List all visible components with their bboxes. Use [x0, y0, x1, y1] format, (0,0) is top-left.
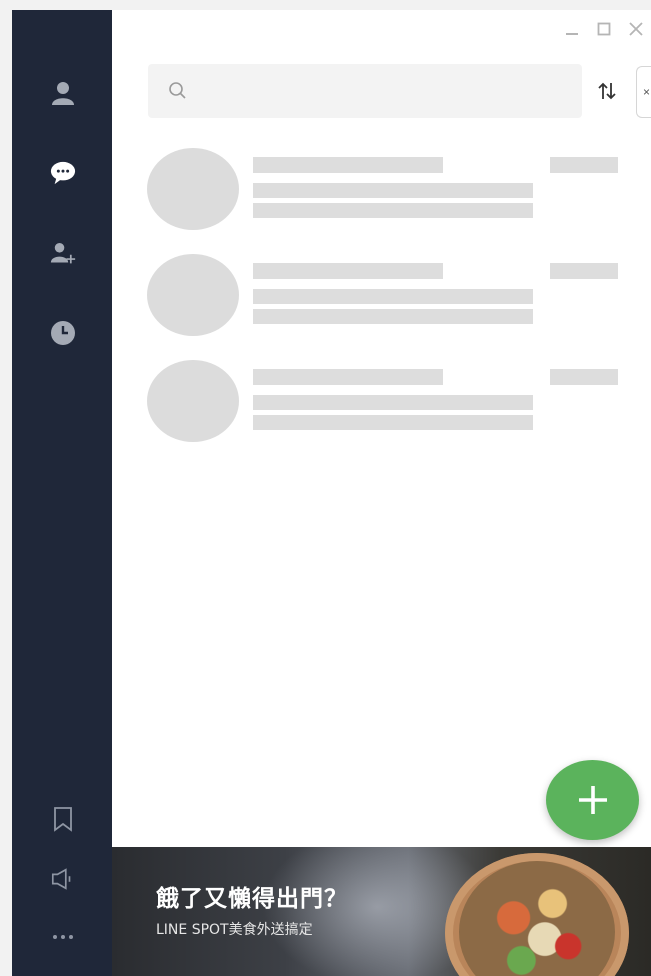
megaphone-icon[interactable] [50, 866, 76, 892]
search-icon [168, 81, 188, 106]
bookmark-icon[interactable] [50, 806, 76, 832]
add-friend-icon[interactable] [50, 240, 76, 266]
banner-title: 餓了又懶得出門？ [156, 886, 348, 912]
message-placeholder [253, 415, 533, 430]
clear-search-tab[interactable]: × [636, 66, 651, 118]
list-item[interactable] [112, 352, 651, 458]
message-placeholder [253, 309, 533, 324]
search-box[interactable] [148, 64, 582, 118]
close-icon[interactable] [627, 20, 645, 38]
message-placeholder [253, 395, 533, 410]
banner-subtitle: LINE SPOT美食外送搞定 [156, 922, 313, 938]
sort-icon[interactable] [596, 80, 618, 102]
new-chat-button[interactable] [546, 760, 639, 840]
more-icon[interactable] [50, 924, 76, 950]
sidebar [12, 10, 112, 976]
avatar-placeholder [147, 360, 239, 442]
avatar-placeholder [147, 148, 239, 230]
message-placeholder [253, 289, 533, 304]
avatar-placeholder [147, 254, 239, 336]
chat-list [112, 140, 651, 458]
name-placeholder [253, 369, 443, 385]
ad-banner[interactable]: 餓了又懶得出門？ LINE SPOT美食外送搞定 [112, 847, 651, 976]
minimize-icon[interactable] [563, 20, 581, 38]
name-placeholder [253, 157, 443, 173]
chat-icon[interactable] [50, 160, 76, 186]
time-placeholder [550, 157, 618, 173]
list-item[interactable] [112, 246, 651, 352]
window-controls [563, 20, 645, 38]
person-icon[interactable] [50, 80, 76, 106]
search-input[interactable] [194, 76, 564, 106]
message-placeholder [253, 183, 533, 198]
maximize-icon[interactable] [595, 20, 613, 38]
time-placeholder [550, 263, 618, 279]
list-item[interactable] [112, 140, 651, 246]
time-placeholder [550, 369, 618, 385]
plus-icon [578, 786, 607, 814]
name-placeholder [253, 263, 443, 279]
message-placeholder [253, 203, 533, 218]
chat-panel: × 餓了又懶得出門？ LINE SPOT美食外送搞定 [112, 10, 651, 976]
clock-icon[interactable] [50, 320, 76, 346]
